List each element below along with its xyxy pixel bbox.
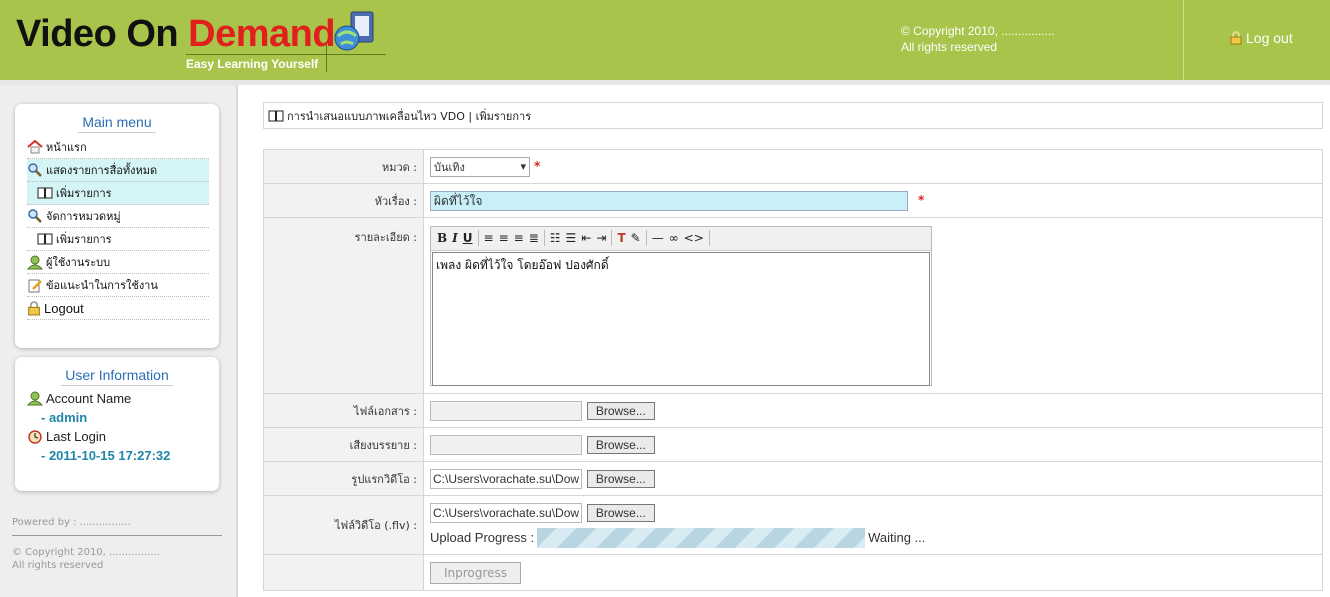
user-icon <box>27 255 43 269</box>
audio-file-label: เสียงบรรยาย : <box>263 427 424 462</box>
thumbnail-browse-button[interactable]: Browse... <box>586 469 655 488</box>
audio-browse-button[interactable]: Browse... <box>586 435 655 454</box>
align-right-icon[interactable]: ≡ <box>514 231 524 245</box>
user-info-box: User Information Account Name - admin La… <box>15 357 219 491</box>
main-menu: หน้าแรก แสดงรายการสื่อทั้งหมด เพิ่มรายกา… <box>15 130 219 320</box>
add-media-form: หมวด : บันเทิง ▾ * หัวเรื่อง : ผิดที่ไว้… <box>263 149 1323 591</box>
clear-format-icon[interactable]: ✎ <box>631 231 641 245</box>
document-file-label: ไฟล์เอกสาร : <box>263 393 424 428</box>
user-info: Account Name - admin Last Login - 2011-1… <box>15 383 219 465</box>
align-left-icon[interactable]: ≡ <box>484 231 494 245</box>
user-icon <box>27 391 43 406</box>
upload-status: Waiting ... <box>868 530 926 545</box>
menu-item-manage-categories[interactable]: จัดการหมวดหมู่ <box>27 205 209 228</box>
video-file-row: ไฟล์วิดีโอ (.flv) : C:\Users\vorachate.s… <box>263 495 1323 555</box>
bold-button[interactable]: B <box>437 231 447 245</box>
required-mark: * <box>534 159 541 173</box>
text-color-icon[interactable]: T <box>617 231 625 245</box>
logo-divider <box>326 44 327 72</box>
editor-content[interactable]: เพลง ผิดที่ไว้ใจ โดยอ๊อฟ ปองศักดิ์ <box>432 251 930 386</box>
thumbnail-file-label: รูปแรกวิดีโอ : <box>263 461 424 496</box>
document-file-row: ไฟล์เอกสาร : Browse... <box>263 393 1323 428</box>
user-info-title: User Information <box>15 357 219 386</box>
title-input[interactable]: ผิดที่ไว้ใจ <box>430 190 908 211</box>
link-icon[interactable]: ∞ <box>669 231 679 245</box>
category-row: หมวด : บันเทิง ▾ * <box>263 149 1323 184</box>
unordered-list-icon[interactable]: ☰ <box>566 231 577 245</box>
required-mark: * <box>918 193 925 207</box>
italic-button[interactable]: I <box>452 231 458 245</box>
tagline: Easy Learning Yourself <box>186 57 319 71</box>
submit-row: Inprogress <box>263 554 1323 591</box>
logout-button[interactable]: Log out <box>1230 30 1293 46</box>
book-icon <box>268 110 284 121</box>
lock-icon <box>1230 31 1242 45</box>
category-label: หมวด : <box>263 149 424 184</box>
menu-item-system-users[interactable]: ผู้ใช้งานระบบ <box>27 251 209 274</box>
menu-item-usage-guide[interactable]: ข้อแนะนำในการใช้งาน <box>27 274 209 297</box>
header-copyright: © Copyright 2010, ................ All r… <box>901 24 1055 54</box>
search-icon <box>28 163 42 177</box>
underline-button[interactable]: U <box>463 231 473 245</box>
upload-progress: Upload Progress : Waiting ... <box>430 527 1322 548</box>
align-center-icon[interactable]: ≡ <box>499 231 509 245</box>
site-logo[interactable]: Video On Demand <box>16 12 336 56</box>
video-file-input[interactable]: C:\Users\vorachate.su\Dow <box>430 502 582 523</box>
account-name-value: - admin <box>41 410 88 425</box>
header-separator <box>1183 0 1184 80</box>
title-row: หัวเรื่อง : ผิดที่ไว้ใจ * <box>263 183 1323 218</box>
detail-row: รายละเอียด : B I U ≡ ≡ ≡ ≣ ☷ ☰ ⇤ ⇥ T ✎ —… <box>263 217 1323 394</box>
sidebar-copyright: © Copyright 2010, ................ All r… <box>12 547 160 571</box>
horizontal-rule-icon[interactable]: — <box>652 231 664 245</box>
rich-text-editor: B I U ≡ ≡ ≡ ≣ ☷ ☰ ⇤ ⇥ T ✎ — ∞ <> เพลง ผิ… <box>430 225 932 386</box>
home-icon <box>27 140 43 154</box>
submit-button[interactable]: Inprogress <box>430 561 521 584</box>
ordered-list-icon[interactable]: ☷ <box>550 231 561 245</box>
video-browse-button[interactable]: Browse... <box>586 503 655 522</box>
outdent-icon[interactable]: ⇤ <box>581 231 591 245</box>
sidebar-divider <box>12 535 222 536</box>
audio-file-row: เสียงบรรยาย : Browse... <box>263 427 1323 462</box>
breadcrumb: การนำเสนอแบบภาพเคลื่อนไหว VDO | เพิ่มราย… <box>263 102 1323 129</box>
dropdown-arrow-icon: ▾ <box>520 160 526 173</box>
menu-item-add-category[interactable]: เพิ่มรายการ <box>27 228 209 251</box>
menu-item-logout[interactable]: Logout <box>27 297 209 320</box>
upload-progress-bar <box>537 527 866 548</box>
globe-book-icon <box>334 11 374 51</box>
thumbnail-file-input[interactable]: C:\Users\vorachate.su\Dow <box>430 468 582 489</box>
video-file-label: ไฟล์วิดีโอ (.flv) : <box>263 495 424 555</box>
detail-label: รายละเอียด : <box>263 217 424 394</box>
indent-icon[interactable]: ⇥ <box>596 231 606 245</box>
search-icon <box>28 209 42 223</box>
last-login-value: - 2011-10-15 17:27:32 <box>41 448 171 463</box>
account-name-label: Account Name <box>27 389 209 408</box>
category-select[interactable]: บันเทิง ▾ <box>430 156 530 177</box>
logo-underline <box>186 54 386 55</box>
menu-item-home[interactable]: หน้าแรก <box>27 136 209 159</box>
main-menu-box: Main menu หน้าแรก แสดงรายการสื่อทั้งหมด … <box>15 104 219 348</box>
thumbnail-file-row: รูปแรกวิดีโอ : C:\Users\vorachate.su\Dow… <box>263 461 1323 496</box>
source-code-icon[interactable]: <> <box>684 231 704 245</box>
sidebar-border <box>236 85 238 597</box>
align-justify-icon[interactable]: ≣ <box>529 231 539 245</box>
last-login-label: Last Login <box>27 427 209 446</box>
powered-by: Powered by : ................ <box>12 517 131 528</box>
editor-toolbar: B I U ≡ ≡ ≡ ≣ ☷ ☰ ⇤ ⇥ T ✎ — ∞ <> <box>431 226 931 251</box>
clock-icon <box>28 430 42 444</box>
header-bar: Video On Demand Easy Learning Yourself ©… <box>0 0 1330 80</box>
main-menu-title: Main menu <box>15 104 219 133</box>
audio-file-input[interactable] <box>430 434 582 455</box>
lock-icon <box>28 300 40 315</box>
note-icon <box>28 279 42 292</box>
title-label: หัวเรื่อง : <box>263 183 424 218</box>
menu-item-show-all-media[interactable]: แสดงรายการสื่อทั้งหมด <box>27 159 209 182</box>
book-icon <box>37 187 53 199</box>
book-icon <box>37 233 53 245</box>
document-browse-button[interactable]: Browse... <box>586 401 655 420</box>
menu-item-add-media[interactable]: เพิ่มรายการ <box>27 182 209 205</box>
document-file-input[interactable] <box>430 400 582 421</box>
